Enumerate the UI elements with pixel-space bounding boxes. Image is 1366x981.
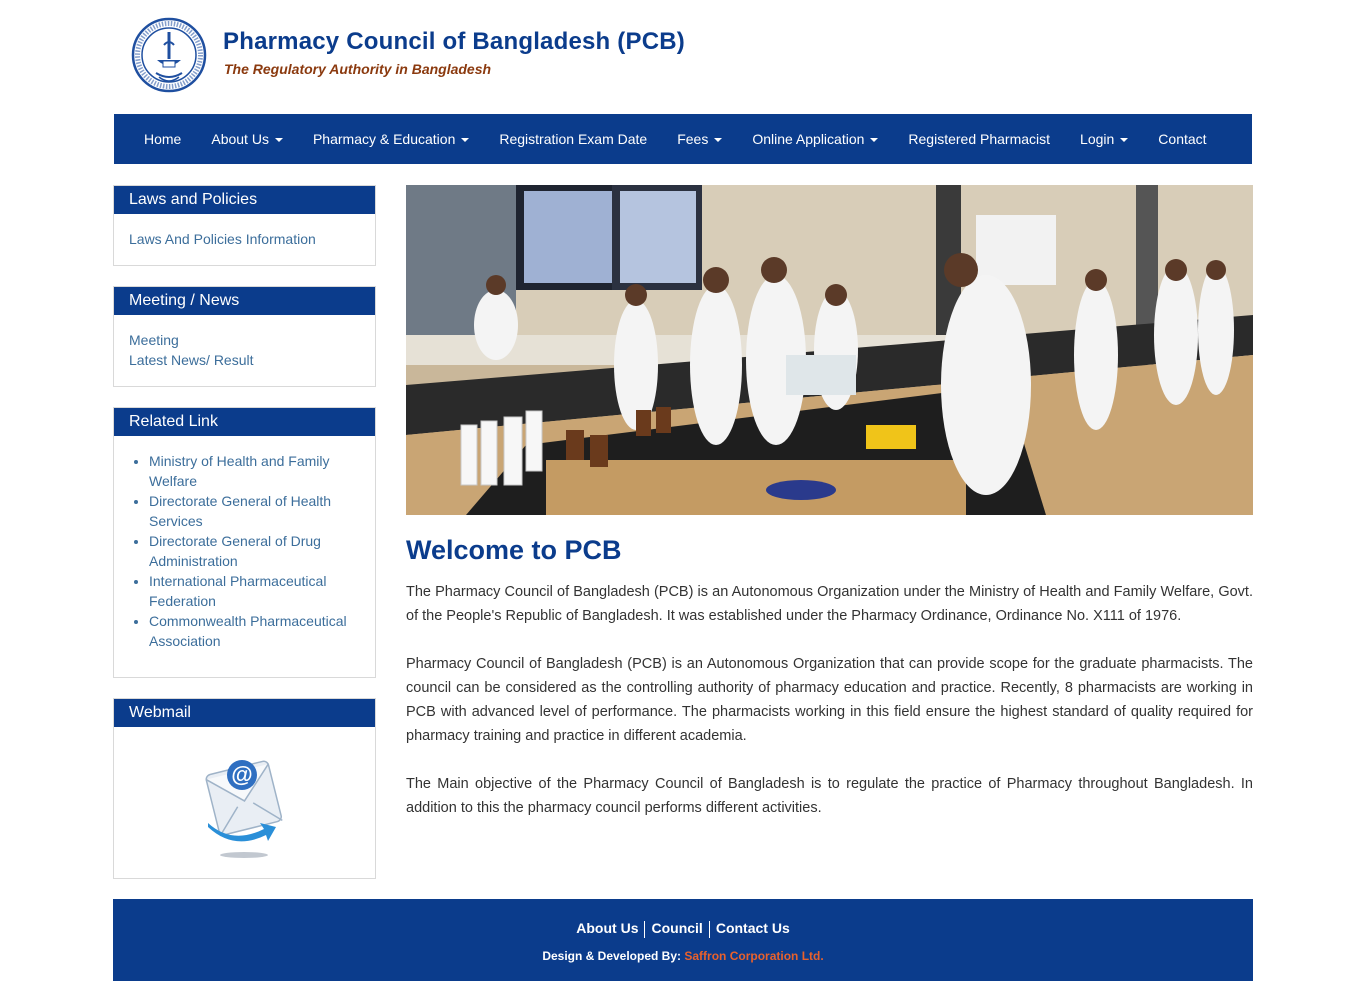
footer-link-contact-us[interactable]: Contact Us (710, 920, 796, 938)
list-item: Ministry of Health and Family Welfare (149, 451, 360, 491)
welcome-paragraph: The Pharmacy Council of Bangladesh (PCB)… (406, 584, 1253, 624)
welcome-paragraph: The Main objective of the Pharmacy Counc… (406, 776, 1253, 816)
latest-news-link[interactable]: Latest News/ Result (129, 350, 360, 370)
panel-heading: Webmail (114, 699, 375, 727)
panel-heading: Laws and Policies (114, 186, 375, 214)
nav-label: About Us (211, 131, 269, 147)
related-link-cpa[interactable]: Commonwealth Pharmaceutical Association (149, 613, 347, 649)
nav-home[interactable]: Home (129, 114, 196, 164)
nav-fees[interactable]: Fees (662, 114, 737, 164)
nav-label: Registered Pharmacist (908, 131, 1051, 147)
nav-label: Online Application (752, 131, 865, 147)
list-item: Directorate General of Drug Administrati… (149, 531, 360, 571)
panel-body: Ministry of Health and Family Welfare Di… (114, 436, 375, 661)
list-item: Directorate General of Health Services (149, 491, 360, 531)
welcome-title: Welcome to PCB (406, 535, 622, 565)
nav-login[interactable]: Login (1065, 114, 1143, 164)
caret-down-icon (274, 137, 283, 142)
related-link-panel: Related Link Ministry of Health and Fami… (113, 407, 376, 678)
caret-down-icon (714, 137, 723, 142)
main-navbar: Home About Us Pharmacy & Education Regis… (114, 114, 1252, 164)
nav-label: Home (144, 131, 182, 147)
footer-credit: Design & Developed By: Saffron Corporati… (113, 949, 1253, 963)
email-at-icon[interactable]: @ (202, 749, 286, 861)
site-header: Pharmacy Council of Bangladesh (PCB) The… (130, 12, 830, 102)
nav-registration-exam-date[interactable]: Registration Exam Date (484, 114, 662, 164)
related-link-fip[interactable]: International Pharmaceutical Federation (149, 573, 326, 609)
nav-registered-pharmacist[interactable]: Registered Pharmacist (893, 114, 1065, 164)
nav-pharmacy-education[interactable]: Pharmacy & Education (298, 114, 484, 164)
related-link-ministry-health[interactable]: Ministry of Health and Family Welfare (149, 453, 330, 489)
laws-policies-info-link[interactable]: Laws And Policies Information (129, 229, 360, 249)
site-title: Pharmacy Council of Bangladesh (PCB) (223, 28, 685, 55)
webmail-panel: Webmail @ (113, 698, 376, 879)
hero-lab-image (406, 185, 1253, 515)
site-footer: About Us Council Contact Us Design & Dev… (113, 899, 1253, 981)
nav-about-us[interactable]: About Us (196, 114, 298, 164)
site-tagline: The Regulatory Authority in Bangladesh (224, 61, 492, 77)
credit-label: Design & Developed By: (542, 949, 682, 963)
list-item: International Pharmaceutical Federation (149, 571, 360, 611)
nav-label: Pharmacy & Education (312, 131, 456, 147)
nav-contact[interactable]: Contact (1143, 114, 1221, 164)
footer-link-council[interactable]: Council (645, 920, 708, 938)
credit-company-link[interactable]: Saffron Corporation Ltd. (684, 949, 823, 963)
panel-heading: Meeting / News (114, 287, 375, 315)
caret-down-icon (1120, 137, 1129, 142)
nav-label: Registration Exam Date (499, 131, 648, 147)
welcome-paragraph: Pharmacy Council of Bangladesh (PCB) is … (406, 656, 1253, 744)
pcb-logo[interactable] (130, 15, 208, 95)
panel-body: Meeting Latest News/ Result (114, 315, 375, 380)
nav-label: Contact (1158, 131, 1207, 147)
footer-links: About Us Council Contact Us (113, 920, 1253, 938)
svg-text:@: @ (231, 762, 252, 787)
panel-heading: Related Link (114, 408, 375, 436)
list-item: Commonwealth Pharmaceutical Association (149, 611, 360, 651)
meeting-news-panel: Meeting / News Meeting Latest News/ Resu… (113, 286, 376, 387)
nav-label: Login (1080, 131, 1115, 147)
panel-body: Laws And Policies Information (114, 214, 375, 259)
nav-online-application[interactable]: Online Application (737, 114, 893, 164)
caret-down-icon (461, 137, 470, 142)
related-links-list: Ministry of Health and Family Welfare Di… (129, 451, 360, 651)
related-link-dghs[interactable]: Directorate General of Health Services (149, 493, 331, 529)
caret-down-icon (870, 137, 879, 142)
related-link-dgda[interactable]: Directorate General of Drug Administrati… (149, 533, 321, 569)
laws-policies-panel: Laws and Policies Laws And Policies Info… (113, 185, 376, 266)
nav-label: Fees (677, 131, 709, 147)
welcome-content: The Pharmacy Council of Bangladesh (PCB)… (406, 580, 1253, 844)
meeting-link[interactable]: Meeting (129, 330, 360, 350)
footer-link-about-us[interactable]: About Us (570, 920, 644, 938)
